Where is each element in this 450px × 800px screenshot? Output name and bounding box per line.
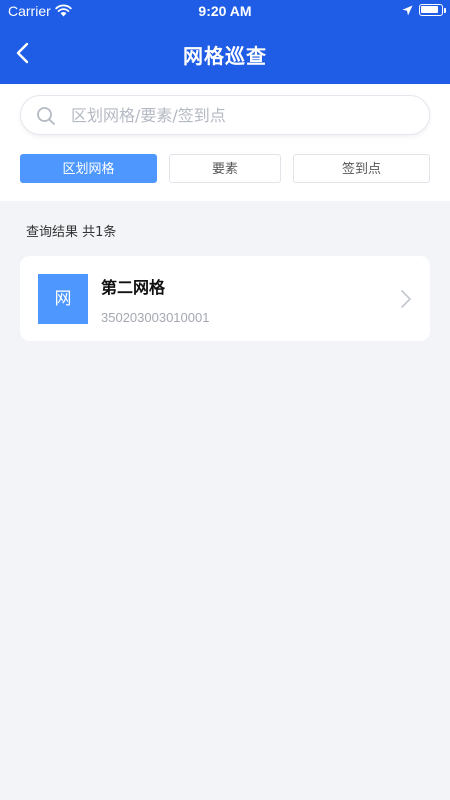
status-bar: Carrier 9:20 AM [0, 0, 450, 22]
search-input[interactable] [71, 100, 411, 130]
chevron-right-icon [401, 290, 411, 308]
status-time: 9:20 AM [198, 3, 252, 19]
result-summary: 查询结果 共1条 [26, 225, 117, 240]
search-bar[interactable] [20, 95, 430, 135]
app-header: Carrier 9:20 AM 网格巡查 [0, 0, 450, 84]
list-item[interactable]: 网 第二网格 350203003010001 [20, 256, 430, 341]
tab-checkin-points[interactable]: 签到点 [293, 154, 430, 183]
battery-tip [444, 8, 446, 13]
tab-elements[interactable]: 要素 [169, 154, 281, 183]
search-icon [37, 107, 55, 125]
battery-level [421, 6, 438, 13]
grid-badge-icon: 网 [38, 274, 88, 324]
location-arrow-icon [402, 5, 413, 16]
tab-grid[interactable]: 区划网格 [20, 154, 157, 183]
page-title: 网格巡查 [183, 44, 267, 68]
battery-icon [419, 4, 443, 16]
item-code: 350203003010001 [101, 310, 210, 325]
filter-panel: 区划网格 要素 签到点 [0, 84, 450, 201]
item-name: 第二网格 [101, 278, 166, 297]
